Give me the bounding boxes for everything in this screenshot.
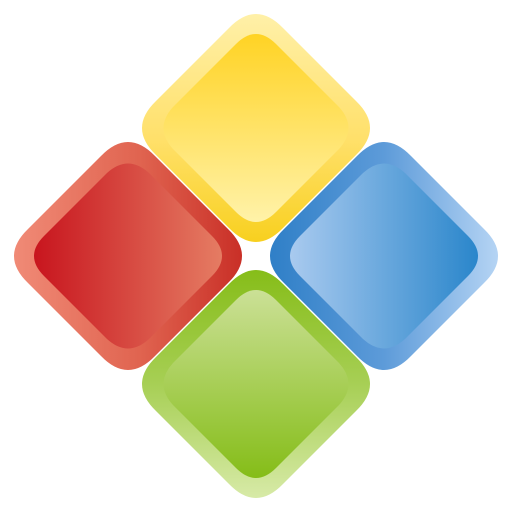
four-tile-logo bbox=[0, 0, 512, 512]
four-diamond-mark-svg bbox=[14, 14, 498, 498]
